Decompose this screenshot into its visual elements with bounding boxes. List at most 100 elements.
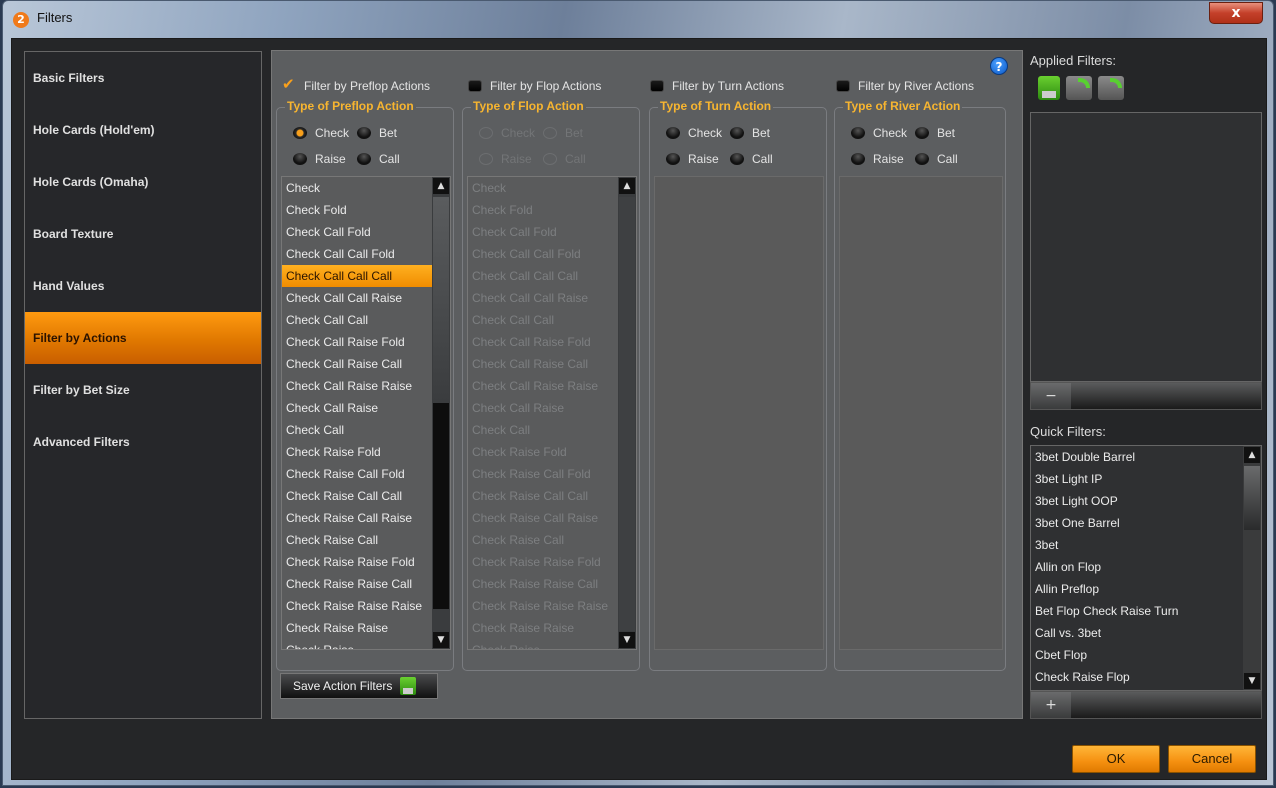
filter-by-preflop-checkbox[interactable]: Filter by Preflop Actions	[282, 75, 430, 95]
checkbox-box[interactable]	[650, 80, 664, 92]
ok-button[interactable]: OK	[1072, 745, 1160, 773]
turn-action-list[interactable]	[654, 176, 824, 650]
sidebar-item-hole-cards-omaha[interactable]: Hole Cards (Omaha)	[25, 156, 261, 208]
checkbox-box[interactable]	[282, 75, 296, 93]
quick-filter-item[interactable]: Check Raise Flop	[1031, 666, 1261, 688]
list-item[interactable]: Check Raise Raise Raise	[468, 595, 636, 617]
preflop-list-scrollbar[interactable]: ▲ ▼	[432, 177, 450, 649]
sidebar-item-advanced-filters[interactable]: Advanced Filters	[25, 416, 261, 468]
list-item[interactable]: Check Call Raise Raise	[282, 375, 450, 397]
quick-filters-list[interactable]: 3bet Double Barrel 3bet Light IP 3bet Ligh…	[1030, 445, 1262, 691]
list-item[interactable]: Check Raise Call Raise	[468, 507, 636, 529]
list-item[interactable]: Check Raise Fold	[282, 441, 450, 463]
list-item[interactable]: Check Raise Call Fold	[282, 463, 450, 485]
filter-by-flop-checkbox[interactable]: Filter by Flop Actions	[468, 77, 601, 95]
list-item[interactable]: Check Raise Raise Fold	[468, 551, 636, 573]
river-radio-check[interactable]: Check	[851, 124, 915, 142]
scrollbar-thumb[interactable]	[433, 197, 449, 403]
title-bar[interactable]: 2 Filters x	[3, 1, 1273, 37]
radio-button-icon[interactable]	[357, 127, 371, 139]
radio-button-icon[interactable]	[666, 153, 680, 165]
flop-radio-call[interactable]: Call	[543, 150, 603, 168]
save-download-icon[interactable]	[1038, 76, 1060, 100]
quick-filter-item[interactable]: Bet Flop Check Raise Turn	[1031, 600, 1261, 622]
load-folder-icon[interactable]	[1066, 76, 1092, 100]
quick-filter-item[interactable]: 3bet Light IP	[1031, 468, 1261, 490]
flop-action-list[interactable]: Check Check Fold Check Call Fold Check Call…	[467, 176, 637, 650]
checkbox-box[interactable]	[836, 80, 850, 92]
list-item[interactable]: Check Raise Call	[282, 529, 450, 551]
turn-radio-check[interactable]: Check	[666, 124, 730, 142]
list-item[interactable]: Check Call Fold	[282, 221, 450, 243]
quick-filter-item[interactable]: Allin Preflop	[1031, 578, 1261, 600]
quick-filter-item[interactable]: 3bet Double Barrel	[1031, 446, 1261, 468]
sidebar-item-hole-cards-holdem[interactable]: Hole Cards (Hold'em)	[25, 104, 261, 156]
radio-button-icon[interactable]	[915, 127, 929, 139]
list-item[interactable]: Check Raise Call Raise	[282, 507, 450, 529]
quick-filter-item[interactable]: 3bet One Barrel	[1031, 512, 1261, 534]
list-item[interactable]: Check Call Call Fold	[468, 243, 636, 265]
list-item[interactable]: Check Call Call Call	[282, 265, 448, 287]
list-item[interactable]: Check Raise Raise Call	[468, 573, 636, 595]
radio-button-icon[interactable]	[293, 127, 307, 139]
river-radio-call[interactable]: Call	[915, 150, 975, 168]
quick-filter-item[interactable]: Allin on Flop	[1031, 556, 1261, 578]
list-item[interactable]: Check Call Call	[282, 309, 450, 331]
add-folder-icon[interactable]	[1098, 76, 1124, 100]
list-item[interactable]: Check Call Raise Raise	[468, 375, 636, 397]
list-item[interactable]: Check Call	[282, 419, 450, 441]
applied-filters-list[interactable]	[1030, 112, 1262, 382]
sidebar-item-filter-by-actions[interactable]: Filter by Actions	[25, 312, 261, 364]
list-item[interactable]: Check Raise Fold	[468, 441, 636, 463]
radio-button-icon[interactable]	[293, 153, 307, 165]
sidebar-item-board-texture[interactable]: Board Texture	[25, 208, 261, 260]
flop-radio-raise[interactable]: Raise	[479, 150, 543, 168]
preflop-radio-bet[interactable]: Bet	[357, 124, 417, 142]
list-item[interactable]: Check Raise Raise Call	[282, 573, 450, 595]
radio-button-icon[interactable]	[479, 153, 493, 165]
list-item[interactable]: Check Call Raise Fold	[282, 331, 450, 353]
scrollbar-thumb[interactable]	[619, 197, 635, 631]
radio-button-icon[interactable]	[730, 127, 744, 139]
list-item[interactable]: Check Call	[468, 419, 636, 441]
quick-filter-item[interactable]: 3bet	[1031, 534, 1261, 556]
scroll-up-arrow-icon[interactable]: ▲	[1244, 447, 1260, 463]
remove-filter-button[interactable]: −	[1031, 383, 1071, 409]
list-item[interactable]: Check Call Raise Fold	[468, 331, 636, 353]
list-item[interactable]: Check	[282, 177, 450, 199]
list-item[interactable]: Check Fold	[282, 199, 450, 221]
river-radio-raise[interactable]: Raise	[851, 150, 915, 168]
help-icon[interactable]: ?	[990, 57, 1008, 75]
list-item[interactable]: Check Call Call Fold	[282, 243, 450, 265]
preflop-radio-raise[interactable]: Raise	[293, 150, 357, 168]
list-item[interactable]: Check Raise Call	[468, 529, 636, 551]
river-action-list[interactable]	[839, 176, 1003, 650]
scroll-down-arrow-icon[interactable]: ▼	[1244, 673, 1260, 689]
list-item[interactable]: Check Raise Raise	[468, 617, 636, 639]
checkbox-box[interactable]	[468, 80, 482, 92]
quick-filter-item[interactable]: Cbet Flop	[1031, 644, 1261, 666]
save-action-filters-button[interactable]: Save Action Filters	[280, 673, 438, 699]
list-item[interactable]: Check Raise Call Call	[282, 485, 450, 507]
list-item[interactable]: Check Call Call Call	[468, 265, 636, 287]
radio-button-icon[interactable]	[357, 153, 371, 165]
quick-filter-item[interactable]: 3bet Light OOP	[1031, 490, 1261, 512]
scrollbar-thumb[interactable]	[1244, 466, 1260, 530]
filter-by-river-checkbox[interactable]: Filter by River Actions	[836, 77, 974, 95]
list-item[interactable]: Check Call Call Raise	[468, 287, 636, 309]
list-item[interactable]: Check Raise	[282, 639, 450, 649]
list-item[interactable]: Check Raise Raise	[282, 617, 450, 639]
turn-radio-call[interactable]: Call	[730, 150, 790, 168]
list-item[interactable]: Check Call Raise Call	[282, 353, 450, 375]
quick-filter-item[interactable]: Call vs. 3bet	[1031, 622, 1261, 644]
preflop-radio-call[interactable]: Call	[357, 150, 417, 168]
preflop-radio-check[interactable]: Check	[293, 124, 357, 142]
radio-button-icon[interactable]	[479, 127, 493, 139]
radio-button-icon[interactable]	[543, 153, 557, 165]
scroll-down-arrow-icon[interactable]: ▼	[433, 632, 449, 648]
cancel-button[interactable]: Cancel	[1168, 745, 1256, 773]
radio-button-icon[interactable]	[730, 153, 744, 165]
flop-radio-bet[interactable]: Bet	[543, 124, 603, 142]
list-item[interactable]: Check Call Raise	[468, 397, 636, 419]
filter-by-turn-checkbox[interactable]: Filter by Turn Actions	[650, 77, 784, 95]
